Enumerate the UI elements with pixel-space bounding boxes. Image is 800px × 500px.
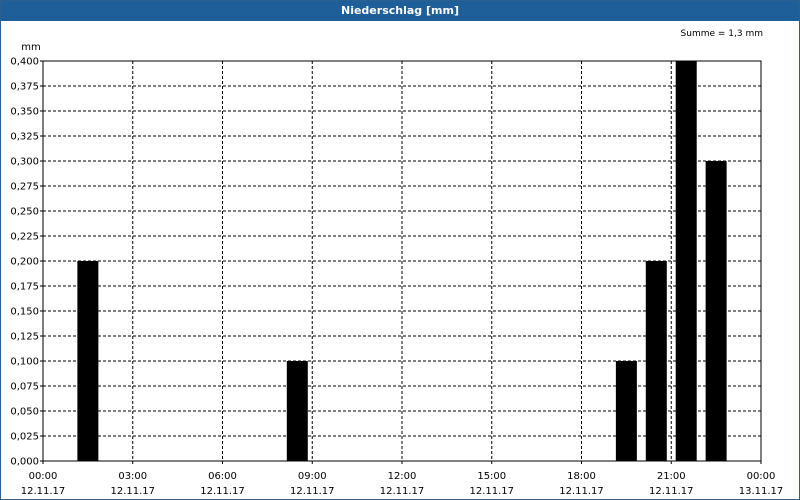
bar [675,61,697,461]
x-tick-date: 12.11.17 [559,486,604,497]
y-tick-label: 0,025 [10,432,39,443]
y-tick-label: 0,075 [10,382,39,393]
x-tick-time: 06:00 [208,471,237,482]
x-tick-date: 12.11.17 [649,486,694,497]
x-tick-date: 12.11.17 [380,486,425,497]
y-tick-label: 0,275 [10,182,39,193]
y-tick-label: 0,200 [10,257,39,268]
x-axis-ticks: 00:00 12.11.17 03:00 12.11.17 06:00 12.11.17 0… [21,461,784,497]
y-axis-ticks: 0,000 0,025 0,050 0,075 0,100 0,125 0,150 0,175… [10,57,43,468]
y-tick-label: 0,325 [10,132,39,143]
x-tick-time: 03:00 [118,471,147,482]
x-tick-date: 12.11.17 [21,486,66,497]
x-tick-time: 00:00 [29,471,58,482]
chart-window: Niederschlag [mm] Summe = 1,3 mm mm 0,00… [0,0,800,500]
y-tick-label: 0,375 [10,82,39,93]
y-tick-label: 0,125 [10,332,39,343]
y-tick-label: 0,400 [10,57,39,68]
y-axis-unit: mm [21,42,40,53]
sum-label: Summe = 1,3 mm [681,29,763,39]
bar [705,161,727,461]
x-tick-time: 21:00 [657,471,686,482]
y-tick-label: 0,000 [10,457,39,468]
x-tick-date: 12.11.17 [290,486,335,497]
x-tick-time: 15:00 [477,471,506,482]
bar [615,361,637,461]
y-tick-label: 0,100 [10,357,39,368]
y-tick-label: 0,350 [10,107,39,118]
y-tick-label: 0,150 [10,307,39,318]
y-tick-label: 0,175 [10,282,39,293]
x-tick-time: 00:00 [747,471,776,482]
bar [645,261,667,461]
x-tick-time: 09:00 [298,471,327,482]
y-tick-label: 0,225 [10,232,39,243]
y-tick-label: 0,300 [10,157,39,168]
bar [286,361,308,461]
x-tick-date: 13.11.17 [739,486,784,497]
x-tick-time: 12:00 [388,471,417,482]
x-tick-time: 18:00 [567,471,596,482]
x-tick-date: 12.11.17 [110,486,155,497]
y-tick-label: 0,250 [10,207,39,218]
bar [77,261,99,461]
x-tick-date: 12.11.17 [469,486,514,497]
x-tick-date: 12.11.17 [200,486,245,497]
y-tick-label: 0,050 [10,407,39,418]
precipitation-chart: Summe = 1,3 mm mm 0,0000,0250,0500,0750,… [10,29,784,497]
